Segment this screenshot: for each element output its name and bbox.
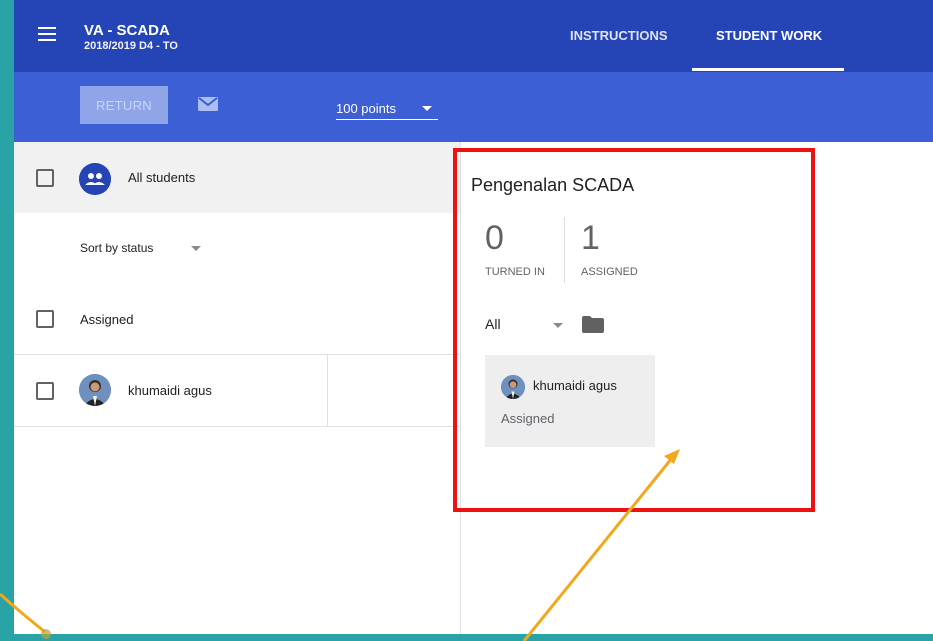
tab-instructions[interactable]: INSTRUCTIONS bbox=[570, 28, 668, 43]
avatar bbox=[501, 375, 525, 399]
chevron-down-icon bbox=[422, 106, 432, 111]
sort-row: Sort by status bbox=[14, 213, 460, 283]
course-subtitle: 2018/2019 D4 - TO bbox=[84, 40, 178, 52]
card-status: Assigned bbox=[501, 411, 555, 426]
avatar bbox=[79, 374, 111, 406]
return-button[interactable]: RETURN bbox=[80, 86, 168, 124]
all-students-label: All students bbox=[128, 170, 196, 185]
course-title: VA - SCADA bbox=[84, 22, 170, 39]
email-icon[interactable] bbox=[198, 97, 218, 111]
student-work-card[interactable]: khumaidi agus Assigned bbox=[485, 355, 655, 447]
student-checkbox[interactable] bbox=[36, 382, 54, 400]
select-all-checkbox[interactable] bbox=[36, 169, 54, 187]
student-name: khumaidi agus bbox=[128, 383, 212, 398]
tab-student-work[interactable]: STUDENT WORK bbox=[716, 28, 822, 43]
all-students-row: All students bbox=[14, 142, 460, 213]
active-tab-indicator bbox=[692, 68, 844, 71]
top-app-bar: VA - SCADA 2018/2019 D4 - TO INSTRUCTION… bbox=[14, 0, 933, 72]
turned-in-count: 0 bbox=[485, 219, 504, 257]
select-assigned-checkbox[interactable] bbox=[36, 310, 54, 328]
turned-in-label: TURNED IN bbox=[485, 266, 545, 278]
hamburger-menu-icon[interactable] bbox=[38, 27, 56, 41]
section-label: Assigned bbox=[80, 312, 134, 327]
classroom-window: VA - SCADA 2018/2019 D4 - TO INSTRUCTION… bbox=[14, 0, 933, 634]
card-student-name: khumaidi agus bbox=[533, 378, 617, 393]
assigned-count: 1 bbox=[581, 219, 600, 257]
points-dropdown[interactable]: 100 points bbox=[336, 101, 438, 120]
chevron-down-icon[interactable] bbox=[191, 246, 201, 251]
student-list-panel: All students Sort by status Assigned khu… bbox=[14, 142, 461, 634]
group-icon bbox=[79, 163, 111, 195]
filter-dropdown[interactable]: All bbox=[485, 316, 501, 332]
assignment-title: Pengenalan SCADA bbox=[471, 175, 635, 195]
sort-dropdown[interactable]: Sort by status bbox=[80, 241, 153, 255]
assigned-section-header: Assigned bbox=[14, 283, 460, 355]
folder-icon[interactable] bbox=[582, 316, 604, 333]
column-divider bbox=[327, 355, 328, 426]
stats-divider bbox=[564, 217, 565, 283]
grading-toolbar: RETURN 100 points bbox=[14, 72, 933, 142]
chevron-down-icon[interactable] bbox=[553, 323, 563, 328]
assigned-label: ASSIGNED bbox=[581, 266, 638, 278]
points-value: 100 points bbox=[336, 101, 396, 116]
table-row[interactable]: khumaidi agus bbox=[14, 355, 460, 427]
